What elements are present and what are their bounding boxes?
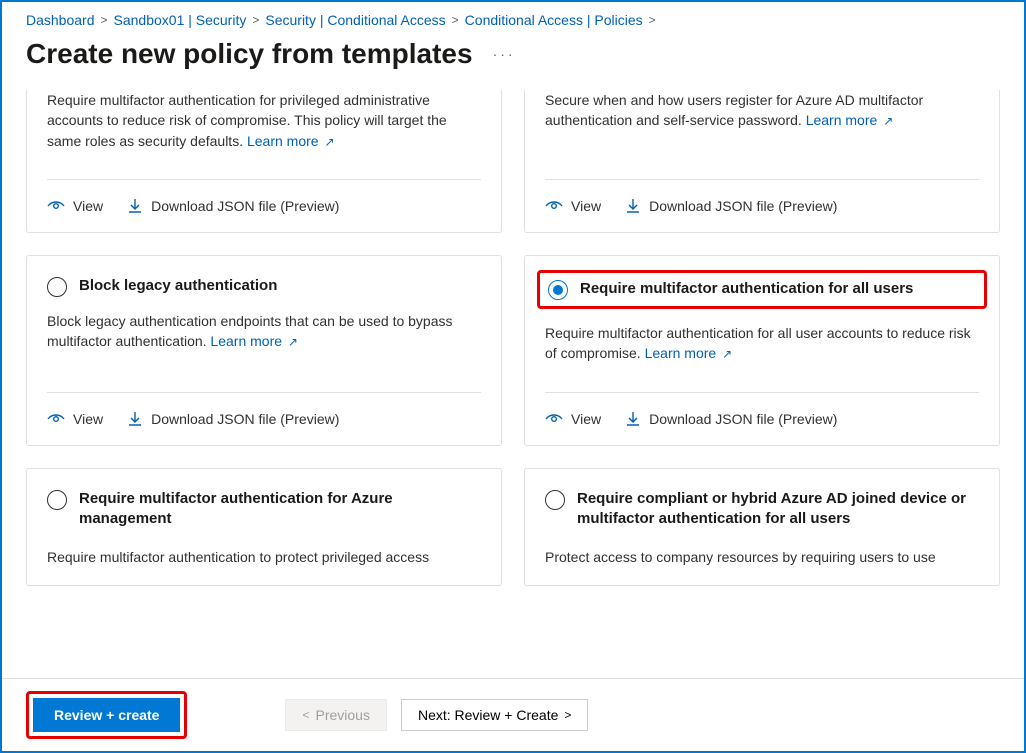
chevron-right-icon: > <box>101 13 108 27</box>
previous-button: < Previous <box>285 699 386 731</box>
breadcrumb-policies[interactable]: Conditional Access | Policies <box>465 12 643 28</box>
page-title: Create new policy from templates <box>26 38 473 70</box>
download-icon <box>127 411 143 427</box>
template-title: Require compliant or hybrid Azure AD joi… <box>577 489 979 530</box>
download-json-button[interactable]: Download JSON file (Preview) <box>625 411 837 427</box>
download-json-button[interactable]: Download JSON file (Preview) <box>127 198 339 214</box>
breadcrumb: Dashboard > Sandbox01 | Security > Secur… <box>2 2 1024 28</box>
external-link-icon: ↗ <box>883 114 893 128</box>
external-link-icon: ↗ <box>324 135 334 149</box>
breadcrumb-sandbox-security[interactable]: Sandbox01 | Security <box>114 12 247 28</box>
chevron-right-icon: > <box>452 13 459 27</box>
template-title: Require multifactor authentication for a… <box>580 279 913 299</box>
learn-more-link[interactable]: Learn more ↗ <box>806 112 894 128</box>
download-icon <box>625 411 641 427</box>
template-description: Block legacy authentication endpoints th… <box>47 311 481 364</box>
view-button[interactable]: View <box>47 411 103 427</box>
view-button[interactable]: View <box>545 411 601 427</box>
template-description: Require multifactor authentication for a… <box>545 323 979 364</box>
radio-require-mfa-azure-mgmt[interactable] <box>47 490 67 510</box>
breadcrumb-dashboard[interactable]: Dashboard <box>26 12 95 28</box>
template-card-require-mfa-all-users[interactable]: Require multifactor authentication for a… <box>524 255 1000 446</box>
radio-require-compliant-device[interactable] <box>545 490 565 510</box>
download-icon <box>625 198 641 214</box>
chevron-left-icon: < <box>302 708 309 722</box>
template-description: Protect access to company resources by r… <box>545 547 979 567</box>
external-link-icon: ↗ <box>722 347 732 361</box>
radio-require-mfa-all-users[interactable] <box>548 280 568 300</box>
view-button[interactable]: View <box>47 198 103 214</box>
wizard-footer: Review + create < Previous Next: Review … <box>2 678 1024 751</box>
template-title: Require multifactor authentication for A… <box>79 489 481 530</box>
learn-more-link[interactable]: Learn more ↗ <box>645 345 733 361</box>
view-button[interactable]: View <box>545 198 601 214</box>
template-card-require-compliant-device[interactable]: Require compliant or hybrid Azure AD joi… <box>524 468 1000 587</box>
templates-scroll-area: Require multifactor authentication for p… <box>2 90 1024 670</box>
review-create-button[interactable]: Review + create <box>33 698 180 732</box>
template-card[interactable]: Secure when and how users register for A… <box>524 90 1000 233</box>
learn-more-link[interactable]: Learn more ↗ <box>247 133 335 149</box>
template-card-block-legacy-auth[interactable]: Block legacy authentication Block legacy… <box>26 255 502 446</box>
template-description: Require multifactor authentication to pr… <box>47 547 481 567</box>
chevron-right-icon: > <box>564 708 571 722</box>
next-button[interactable]: Next: Review + Create > <box>401 699 588 731</box>
template-title: Block legacy authentication <box>79 276 277 296</box>
more-icon[interactable]: ··· <box>493 46 516 62</box>
view-icon <box>47 412 65 426</box>
chevron-right-icon: > <box>649 13 656 27</box>
template-description: Require multifactor authentication for p… <box>47 90 481 151</box>
view-icon <box>47 199 65 213</box>
download-json-button[interactable]: Download JSON file (Preview) <box>127 411 339 427</box>
template-card-require-mfa-azure-mgmt[interactable]: Require multifactor authentication for A… <box>26 468 502 587</box>
learn-more-link[interactable]: Learn more ↗ <box>210 333 298 349</box>
radio-block-legacy-auth[interactable] <box>47 277 67 297</box>
chevron-right-icon: > <box>252 13 259 27</box>
primary-highlight: Review + create <box>26 691 187 739</box>
breadcrumb-conditional-access[interactable]: Security | Conditional Access <box>265 12 445 28</box>
download-icon <box>127 198 143 214</box>
external-link-icon: ↗ <box>288 335 298 349</box>
selection-highlight: Require multifactor authentication for a… <box>537 270 987 309</box>
view-icon <box>545 412 563 426</box>
download-json-button[interactable]: Download JSON file (Preview) <box>625 198 837 214</box>
template-card[interactable]: Require multifactor authentication for p… <box>26 90 502 233</box>
template-description: Secure when and how users register for A… <box>545 90 979 151</box>
view-icon <box>545 199 563 213</box>
